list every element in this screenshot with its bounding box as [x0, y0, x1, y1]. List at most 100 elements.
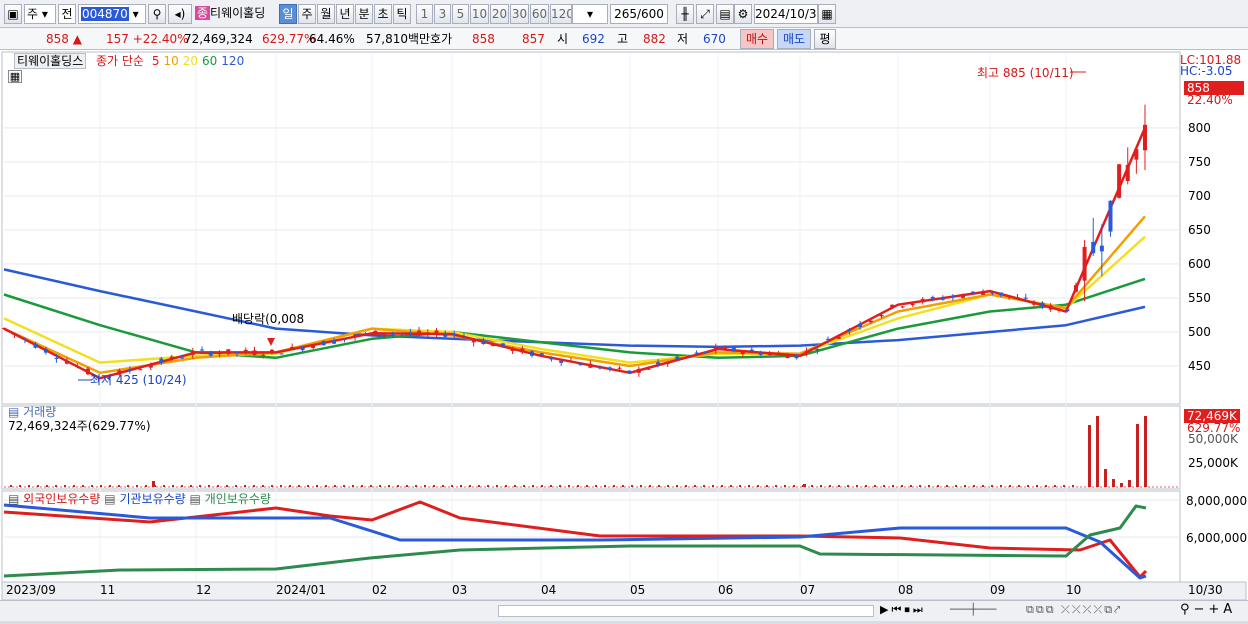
interval-tab[interactable]: 120 — [550, 4, 572, 24]
period-tab[interactable]: 년 — [336, 4, 354, 24]
volume-bar — [802, 485, 804, 487]
volume-bar — [1136, 424, 1139, 487]
x-axis-frame — [1, 581, 1247, 601]
candle-icon[interactable]: ╫ — [676, 4, 694, 24]
layout-icon[interactable]: ▣ — [4, 4, 22, 24]
interval-tab[interactable]: 60 — [530, 4, 549, 24]
date-input[interactable]: 2024/10/30 — [754, 4, 818, 24]
volume-bar — [1000, 485, 1002, 487]
candle-body — [675, 356, 680, 360]
volume-bar — [19, 485, 21, 487]
sell-button[interactable]: 매도 — [777, 29, 811, 49]
holding-tick-6m: 6,000,000 — [1186, 531, 1248, 545]
candle-body — [269, 349, 274, 352]
volume-bar — [496, 485, 498, 487]
candle-body — [900, 306, 905, 308]
period-tab[interactable]: 일 — [279, 4, 297, 24]
volume-bar — [1027, 485, 1029, 487]
ma-period-label: 10 — [163, 54, 179, 68]
search-icon[interactable]: ⚲ — [148, 4, 166, 24]
volume-bar — [1054, 485, 1056, 487]
volume-bar — [46, 485, 48, 487]
candle-body — [920, 298, 925, 303]
grid-icon[interactable]: ▦ — [8, 70, 22, 83]
chart-area[interactable]: 티웨이홀딩스 종가 단순 5 10 20 60 120 ▦ 최고 885 (10/11)… — [0, 50, 1248, 621]
period-tab[interactable]: 초 — [374, 4, 392, 24]
volume-bar — [595, 485, 597, 487]
zoom-tools-icon[interactable]: ⚲−+A — [1180, 602, 1236, 617]
period-tab[interactable]: 월 — [317, 4, 335, 24]
candle-body — [990, 292, 995, 294]
interval-tab[interactable]: 5 — [452, 4, 469, 24]
candle-body — [33, 343, 38, 348]
candle-body — [279, 353, 284, 355]
draw-tool-icon[interactable]: ⤢ — [696, 4, 714, 24]
interval-tab[interactable]: 20 — [490, 4, 509, 24]
volume-bar — [1112, 479, 1115, 487]
period-tab[interactable]: 분 — [355, 4, 373, 24]
volume-bar — [433, 485, 435, 487]
save-icon[interactable]: ▤ — [716, 4, 734, 24]
period-tab[interactable]: 틱 — [393, 4, 411, 24]
volume-bar — [550, 485, 552, 487]
prev-label: 전 — [58, 4, 76, 24]
volume-bar — [1096, 416, 1099, 487]
interval-tab[interactable]: 3 — [434, 4, 451, 24]
interval-tab[interactable]: 10 — [470, 4, 489, 24]
individual-legend: 개인보유수량 — [204, 492, 271, 506]
candle-body — [190, 351, 195, 355]
volume-panel-frame — [1, 405, 1181, 490]
period-tab[interactable]: 주 — [298, 4, 316, 24]
stock-code-input[interactable]: 004870 ▾ — [78, 4, 146, 24]
volume-bar — [154, 485, 156, 487]
volume-bar — [1018, 485, 1020, 487]
candle-body — [749, 349, 754, 351]
volume-bar — [361, 485, 363, 487]
buy-button[interactable]: 매수 — [740, 29, 774, 49]
interval-tab[interactable]: 1 — [416, 4, 433, 24]
candle-body — [588, 363, 593, 368]
volume-bar — [181, 485, 183, 487]
price-tick-label: 700 — [1188, 188, 1211, 203]
candle-body — [520, 348, 525, 353]
volume-bar — [640, 485, 642, 487]
volume-bar — [217, 485, 219, 487]
high-annotation: 최고 885 (10/11) — [977, 66, 1074, 80]
x-tick-label: 03 — [452, 583, 468, 597]
zoom-slider[interactable]: ───┼─── — [950, 603, 996, 616]
candle-body — [890, 304, 895, 308]
interval-input[interactable]: ▾ — [572, 4, 608, 24]
candle-body — [950, 295, 955, 298]
ma-periods: 5 10 20 60 120 — [148, 54, 244, 68]
count-display[interactable]: 265/600 — [610, 4, 668, 24]
calendar-icon[interactable]: ▦ — [818, 4, 836, 24]
candle-body — [627, 370, 632, 374]
candle-body — [713, 346, 718, 351]
candle-body — [539, 353, 544, 356]
volume-bar — [253, 485, 255, 487]
chart-tools-icon[interactable]: ⧉⧉⧉ ⤫⤫⤫⤫⧉⤤ — [1026, 603, 1122, 617]
volume-bar — [991, 485, 993, 487]
horizontal-scrollbar[interactable] — [498, 605, 874, 617]
volume-bar — [1063, 485, 1065, 487]
volume-bar — [559, 485, 561, 487]
candle-body — [390, 333, 395, 335]
price-value: 858 ▲ — [46, 32, 82, 46]
candle-body — [815, 349, 820, 351]
candle-body — [1073, 285, 1078, 292]
interval-tab[interactable]: 30 — [510, 4, 529, 24]
eval-button[interactable]: 평 — [814, 29, 836, 49]
chart-canvas[interactable] — [0, 50, 1248, 621]
volume-bar — [1072, 485, 1074, 487]
ma-legend: 종가 단순 5 10 20 60 120 — [96, 54, 244, 68]
volume-value-text: 72,469,324주(629.77%) — [8, 419, 151, 433]
playback-controls[interactable]: ▶⏮⏹⏭ — [880, 603, 926, 617]
volume-bar — [370, 485, 372, 487]
market-select[interactable]: 주 ▾ — [24, 4, 56, 24]
volume-bar — [586, 485, 588, 487]
x-tick-label: 08 — [898, 583, 914, 597]
gear-icon[interactable]: ⚙ — [734, 4, 752, 24]
volume-bar — [676, 485, 678, 487]
low-annotation: 최저 425 (10/24) — [90, 373, 187, 387]
speaker-icon[interactable]: ◂) — [168, 4, 192, 24]
